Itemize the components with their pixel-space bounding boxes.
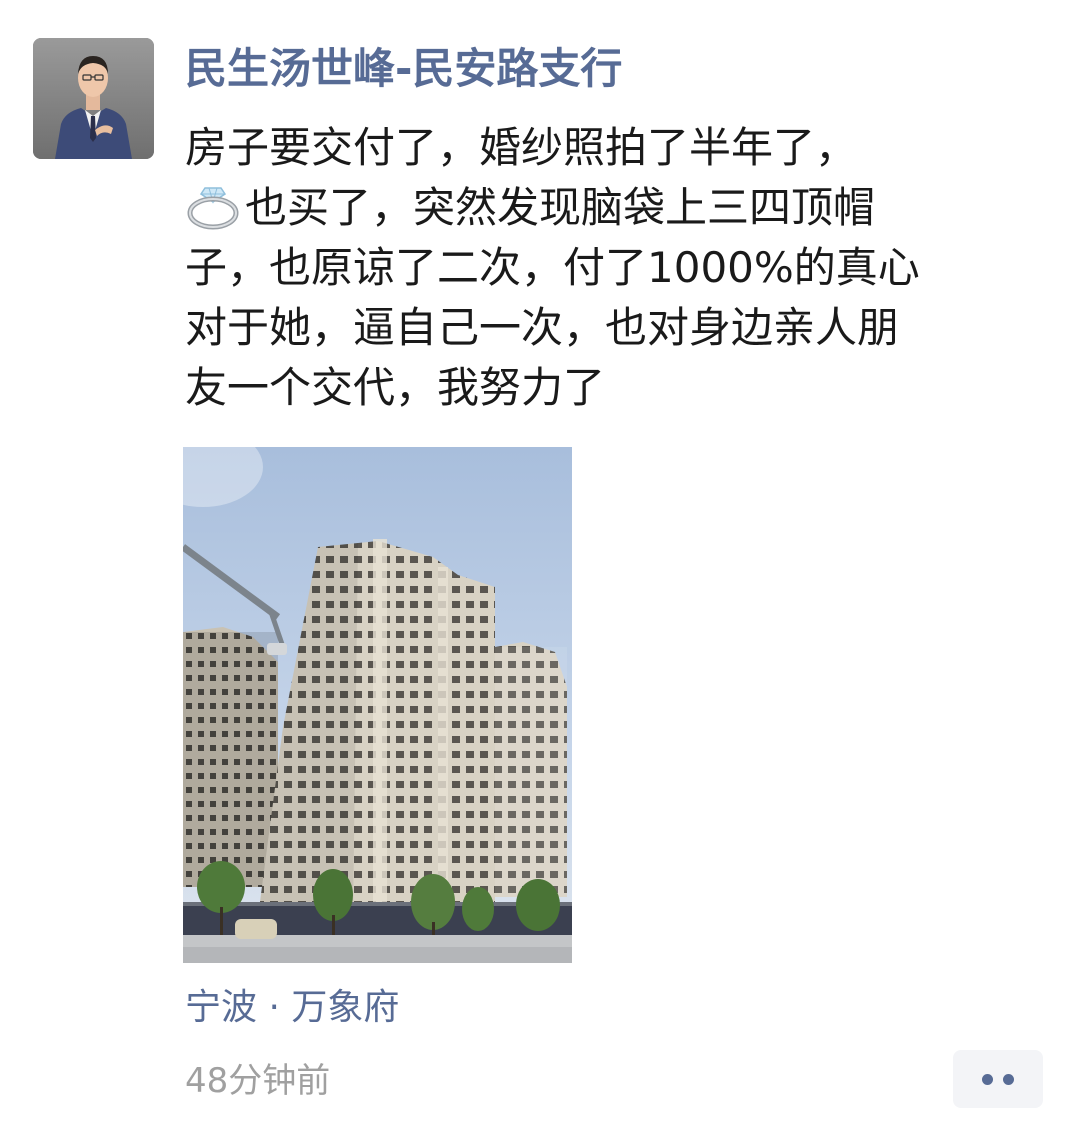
post-text: 房子要交付了，婚纱照拍了半年了， 也买了，突然发现脑袋上三四顶帽 子，也原谅了二… [185,118,1045,418]
author-avatar[interactable] [33,38,154,159]
post-photo[interactable] [183,447,572,963]
post-time: 48分钟前 [185,1061,331,1101]
avatar-image [33,38,154,159]
more-dots-icon[interactable] [953,1050,1043,1108]
post-text-line1: 房子要交付了，婚纱照拍了半年了， [185,123,858,172]
more-dot-right [1003,1074,1014,1085]
building-photo [183,447,572,963]
post-location[interactable]: 宁波 · 万象府 [185,982,399,1034]
post-text-body: 也买了，突然发现脑袋上三四顶帽 子，也原谅了二次，付了1000%的真心 对于她，… [185,183,920,412]
ring-icon [185,182,241,230]
author-name[interactable]: 民生汤世峰-民安路支行 [185,38,622,100]
more-dot-left [982,1074,993,1085]
